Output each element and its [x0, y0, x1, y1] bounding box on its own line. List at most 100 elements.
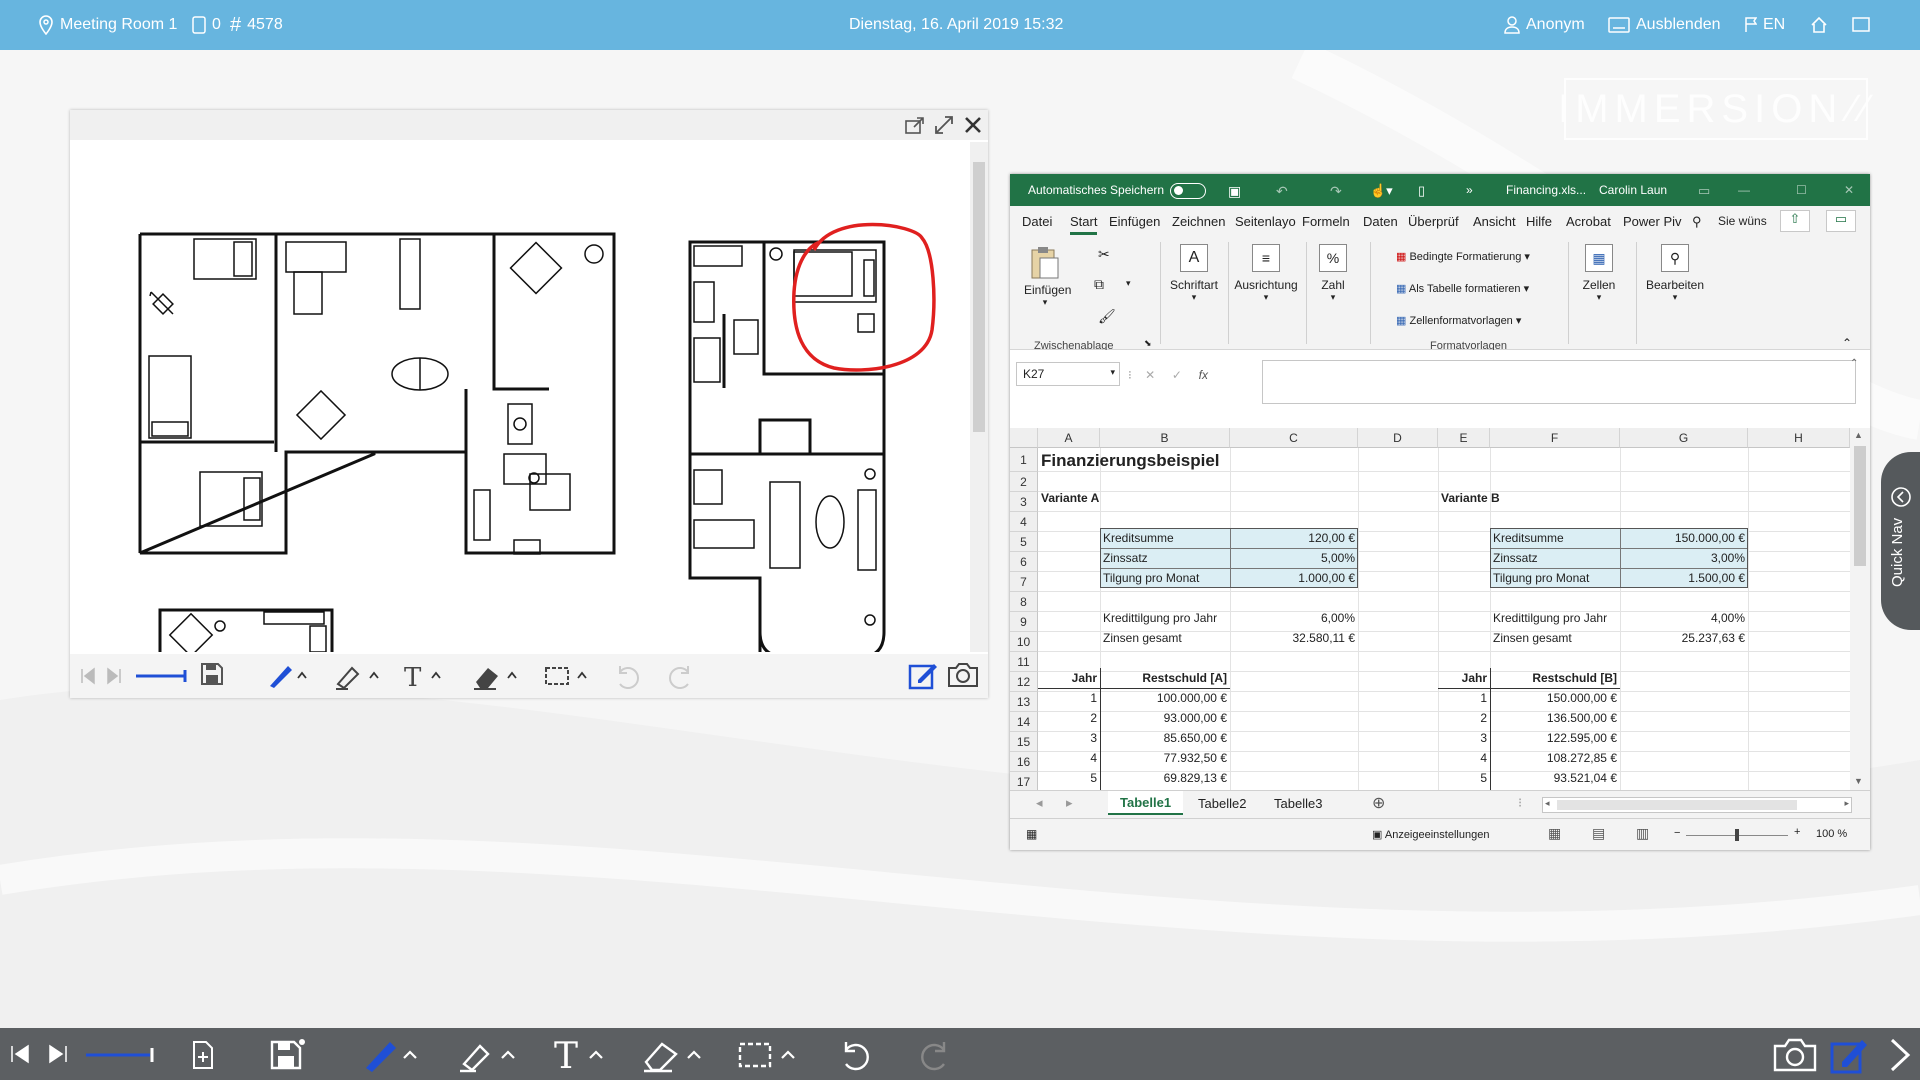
- row-header[interactable]: 14: [1010, 712, 1038, 732]
- cancel-icon[interactable]: ✕: [1145, 368, 1155, 382]
- row-header[interactable]: 11: [1010, 652, 1038, 672]
- cell-label[interactable]: Kredittilgung pro Jahr: [1100, 608, 1220, 628]
- cell-value[interactable]: 32.580,11 €: [1230, 628, 1358, 648]
- scroll-thumb[interactable]: [1557, 800, 1797, 810]
- page-layout-icon[interactable]: ▤: [1592, 825, 1605, 842]
- row-header[interactable]: 4: [1010, 512, 1038, 532]
- column-header[interactable]: G: [1620, 428, 1748, 448]
- undo-icon[interactable]: ↶: [1276, 183, 1288, 200]
- tab-start[interactable]: Start: [1070, 214, 1098, 235]
- cell-label[interactable]: Kreditsumme: [1490, 528, 1567, 548]
- rest-a-header[interactable]: Restschuld [A]: [1100, 668, 1230, 689]
- selection-tool-icon[interactable]: [542, 662, 590, 690]
- display-settings-button[interactable]: ▣ Anzeigeeinstellungen: [1372, 828, 1489, 841]
- quick-nav[interactable]: Quick Nav: [1881, 452, 1920, 630]
- table-cell[interactable]: 108.272,85 €: [1490, 748, 1620, 768]
- row-header[interactable]: 9: [1010, 612, 1038, 632]
- copy-icon[interactable]: ⧉: [1094, 276, 1104, 293]
- select-all-corner[interactable]: [1010, 428, 1038, 448]
- column-header[interactable]: A: [1038, 428, 1100, 448]
- whiteboard-scrollbar[interactable]: [970, 142, 988, 652]
- cell-label[interactable]: Zinssatz: [1490, 548, 1541, 568]
- share-button[interactable]: ⇧: [1780, 210, 1810, 232]
- stroke-width-icon[interactable]: [84, 1046, 156, 1080]
- column-header[interactable]: B: [1100, 428, 1230, 448]
- sheet-tab-3[interactable]: Tabelle3: [1274, 796, 1322, 811]
- horizontal-scrollbar[interactable]: ◂ ▸: [1542, 797, 1852, 813]
- row-header[interactable]: 13: [1010, 692, 1038, 712]
- paste-button[interactable]: Einfügen ▾: [1024, 244, 1071, 308]
- cell-value[interactable]: 4,00%: [1620, 608, 1748, 628]
- autosave-toggle[interactable]: [1170, 183, 1206, 199]
- floor-plan-canvas[interactable]: [74, 142, 970, 652]
- edit-note-icon[interactable]: [1830, 1036, 1870, 1080]
- tab-ansicht[interactable]: Ansicht: [1473, 214, 1516, 229]
- dialog-launcher-icon[interactable]: ⬊: [1144, 338, 1152, 349]
- undo-icon[interactable]: [614, 662, 642, 690]
- cell-label[interactable]: Zinsen gesamt: [1490, 628, 1575, 648]
- table-cell[interactable]: 77.932,50 €: [1100, 748, 1230, 768]
- function-icon[interactable]: fx: [1199, 368, 1208, 382]
- close-icon[interactable]: [964, 115, 982, 135]
- table-cell[interactable]: 100.000,00 €: [1100, 688, 1230, 708]
- cut-icon[interactable]: ✂: [1098, 246, 1110, 263]
- sheet-tab-2[interactable]: Tabelle2: [1198, 796, 1246, 811]
- restore-icon[interactable]: ☐: [1796, 183, 1807, 197]
- row-header[interactable]: 12: [1010, 672, 1038, 692]
- add-page-icon[interactable]: [188, 1040, 216, 1080]
- zoom-out-icon[interactable]: −: [1674, 827, 1680, 839]
- confirm-icon[interactable]: ✓: [1172, 368, 1182, 382]
- highlighter-tool-icon[interactable]: [458, 1038, 520, 1080]
- sheet-tab-1[interactable]: Tabelle1: [1108, 791, 1184, 815]
- spreadsheet-grid[interactable]: A B C D E F G H 1 2 3 4 5 6 7 8 9 10 11 12 13 14 15 16 1…: [1010, 428, 1850, 790]
- scroll-thumb[interactable]: [973, 162, 985, 432]
- selection-tool-icon[interactable]: [736, 1038, 802, 1080]
- more-icon[interactable]: »: [1466, 183, 1473, 197]
- scroll-up-icon[interactable]: ▲: [1854, 430, 1863, 440]
- save-icon[interactable]: ▣: [1228, 183, 1241, 200]
- table-cell[interactable]: 85.650,00 €: [1100, 728, 1230, 748]
- zoom-in-icon[interactable]: +: [1794, 826, 1800, 838]
- undo-icon[interactable]: [838, 1038, 874, 1080]
- stroke-width-icon[interactable]: [134, 668, 188, 684]
- conditional-formatting-button[interactable]: ▦ Bedingte Formatierung ▾: [1396, 250, 1530, 263]
- formula-input[interactable]: [1262, 360, 1856, 404]
- zoom-slider-thumb[interactable]: [1735, 829, 1739, 841]
- table-cell[interactable]: 3: [1438, 728, 1490, 748]
- home-button[interactable]: [1810, 0, 1828, 50]
- year-header-b[interactable]: Jahr: [1438, 668, 1490, 689]
- table-cell[interactable]: 5: [1038, 768, 1100, 788]
- year-header-a[interactable]: Jahr: [1038, 668, 1100, 689]
- minimize-icon[interactable]: —: [1738, 183, 1750, 197]
- cells-button[interactable]: ▦ Zellen ▾: [1576, 244, 1622, 303]
- format-painter-icon[interactable]: 🖌: [1098, 308, 1116, 325]
- chevron-right-icon[interactable]: [1888, 1038, 1912, 1080]
- row-header[interactable]: 17: [1010, 772, 1038, 790]
- tab-hilfe[interactable]: Hilfe: [1526, 214, 1552, 229]
- pen-tool-icon[interactable]: [362, 1038, 424, 1080]
- alignment-button[interactable]: ≡ Ausrichtung ▾: [1230, 244, 1302, 303]
- row-header[interactable]: 16: [1010, 752, 1038, 772]
- cell-label[interactable]: Zinssatz: [1100, 548, 1151, 568]
- table-cell[interactable]: 2: [1038, 708, 1100, 728]
- page-nav-icons[interactable]: [80, 667, 124, 685]
- text-tool-icon[interactable]: T: [402, 662, 446, 690]
- vertical-scrollbar[interactable]: ▲ ▼: [1850, 428, 1870, 790]
- tab-ueberpruefen[interactable]: Überprüf: [1408, 214, 1459, 229]
- document-icon[interactable]: ▯: [1418, 183, 1425, 199]
- camera-icon[interactable]: [1772, 1036, 1818, 1080]
- cell-value[interactable]: 1.000,00 €: [1230, 568, 1358, 588]
- number-button[interactable]: % Zahl ▾: [1310, 244, 1356, 303]
- touch-mode-icon[interactable]: ☝▾: [1370, 183, 1393, 199]
- eraser-tool-icon[interactable]: [642, 1038, 708, 1080]
- cell-value[interactable]: 120,00 €: [1230, 528, 1358, 548]
- row-header[interactable]: 5: [1010, 532, 1038, 552]
- user-button[interactable]: Anonym: [1504, 0, 1585, 50]
- redo-icon[interactable]: [916, 1038, 952, 1080]
- font-button[interactable]: A Schriftart ▾: [1164, 244, 1224, 303]
- tab-acrobat[interactable]: Acrobat: [1566, 214, 1611, 229]
- save-icon[interactable]: [200, 662, 224, 686]
- rest-b-header[interactable]: Restschuld [B]: [1490, 668, 1620, 689]
- tab-einfuegen[interactable]: Einfügen: [1109, 214, 1160, 229]
- name-box[interactable]: K27 ▾: [1016, 362, 1120, 386]
